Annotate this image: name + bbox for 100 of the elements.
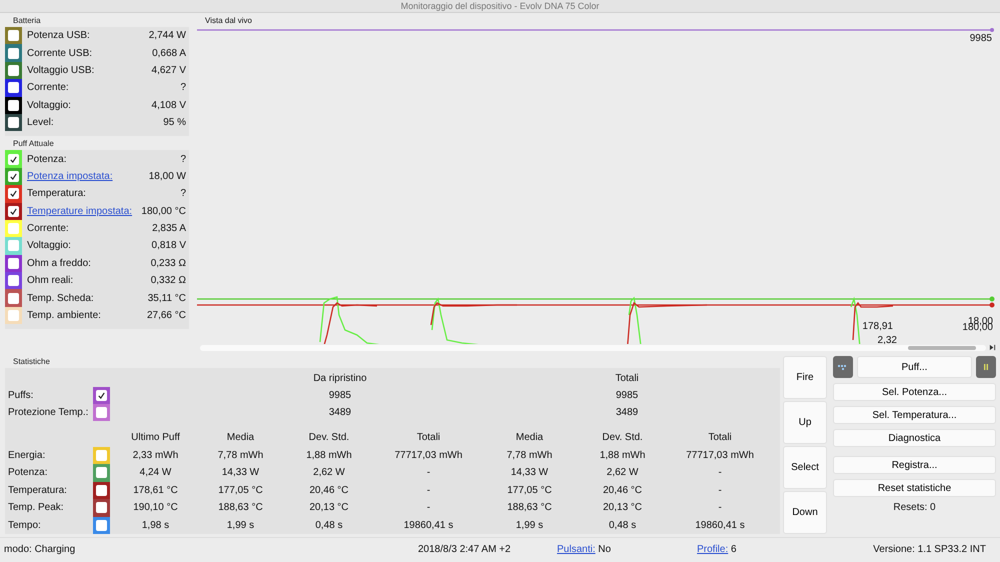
pause-button[interactable] — [976, 356, 996, 378]
checkbox[interactable] — [8, 154, 19, 165]
checkbox[interactable] — [96, 450, 107, 461]
checkbox[interactable] — [96, 520, 107, 531]
sensor-value: 4,627 V — [152, 64, 187, 76]
sensor-label: Potenza USB: — [27, 30, 91, 42]
sensor-label: Temp. Scheda: — [27, 292, 95, 304]
table-cell-text: 19860,41 s — [694, 520, 746, 531]
sensor-label: Corrente: — [27, 223, 70, 234]
checkbox[interactable] — [8, 30, 19, 42]
table-cell-text: 20,13 °C — [308, 502, 350, 514]
device-button[interactable]: Select — [783, 446, 827, 489]
column-header: Dev. Std. — [308, 432, 350, 444]
action-button[interactable]: Reset statistiche — [833, 479, 996, 497]
checkbox[interactable] — [8, 117, 19, 128]
table-cell-text: 3489 — [614, 407, 640, 418]
section-title: Batteria — [12, 15, 42, 27]
sensor-label: Temperatura: — [27, 188, 87, 200]
table-cell-text: 1,88 mWh — [305, 450, 353, 461]
section-title: Statistiche — [12, 356, 51, 368]
sensor-label: Temp. ambiente: — [27, 310, 102, 322]
checkbox[interactable] — [96, 390, 107, 401]
table-cell-text: 2,62 W — [606, 467, 640, 478]
chart-value-label: 2,32 — [878, 335, 897, 344]
row-label: Temperatura: — [8, 484, 68, 496]
row-label: Protezione Temp.: — [8, 407, 90, 418]
checkbox[interactable] — [8, 188, 19, 200]
date-time: 2018/8/3 2:47 AM +2 — [418, 544, 512, 554]
scroll-end-icon[interactable] — [989, 344, 996, 351]
checkbox[interactable] — [96, 467, 107, 478]
table-cell-text: 1,99 s — [514, 520, 544, 531]
sensor-value: ? — [180, 188, 187, 200]
row-label: Temp. Peak: — [8, 502, 65, 514]
sensor-value: 35,11 °C — [148, 292, 187, 304]
sensor-link[interactable]: Potenza impostata: — [27, 170, 149, 182]
device-button[interactable]: Down — [783, 491, 827, 534]
checkbox[interactable] — [8, 100, 19, 111]
checkbox[interactable] — [96, 502, 107, 514]
profile-link[interactable]: Profile: — [697, 544, 728, 554]
sensor-label: Voltaggio: — [27, 100, 72, 111]
section-title: Vista dal vivo — [204, 15, 253, 26]
table-cell-text: 77717,03 mWh — [394, 450, 464, 461]
sensor-value: 27,66 °C — [146, 310, 187, 322]
checkbox[interactable] — [8, 170, 19, 182]
table-cell-text: 9985 — [328, 390, 352, 401]
table-cell-text: 7,78 mWh — [506, 450, 554, 461]
buttons-value: No — [598, 544, 611, 554]
sensor-label: Ohm a freddo: — [27, 258, 92, 269]
table-cell-text: 4,24 W — [138, 467, 172, 478]
checkbox[interactable] — [8, 292, 19, 304]
row-label: Energia: — [8, 450, 46, 461]
column-header: Totali — [614, 373, 640, 384]
sensor-value: 0,668 A — [152, 48, 187, 59]
table-cell-text: 20,46 °C — [602, 484, 644, 496]
checkbox[interactable] — [96, 407, 107, 418]
sensor-value: ? — [180, 82, 187, 94]
action-button[interactable]: Sel. Temperatura... — [833, 406, 996, 424]
action-button[interactable]: Sel. Potenza... — [833, 383, 996, 401]
action-button[interactable]: Registra... — [833, 456, 996, 474]
sensor-value: 18,00 W — [148, 170, 187, 182]
checkbox[interactable] — [8, 64, 19, 76]
row-label: Tempo: — [8, 520, 42, 531]
sensor-link[interactable]: Temperature impostata: — [27, 206, 142, 217]
sensor-value: 95 % — [163, 117, 187, 128]
scroll-bar[interactable] — [200, 345, 986, 351]
buttons-link[interactable]: Pulsanti: — [557, 544, 596, 554]
puff-button[interactable]: Puff... — [857, 356, 972, 378]
sensor-label: Potenza: — [27, 154, 68, 165]
table-cell-text: 0,48 s — [608, 520, 638, 531]
sensor-value: 4,108 V — [152, 100, 187, 111]
checkbox[interactable] — [8, 258, 19, 269]
sensor-label: Corrente: — [27, 82, 70, 94]
table-cell-text: 0,48 s — [314, 520, 344, 531]
row-label: Puffs: — [8, 390, 34, 401]
chart-tool-button[interactable] — [833, 356, 853, 378]
table-cell-text: 1,98 s — [140, 520, 170, 531]
table-cell-text: - — [717, 484, 723, 496]
checkbox[interactable] — [8, 206, 19, 217]
sensor-value: ? — [180, 154, 187, 165]
checkbox[interactable] — [8, 82, 19, 94]
table-cell-text: 14,33 W — [220, 467, 260, 478]
sensor-value: 0,818 V — [152, 240, 187, 252]
scroll-thumb[interactable] — [908, 346, 976, 350]
table-cell-text: 77717,03 mWh — [685, 450, 755, 461]
table-cell-text: 2,33 mWh — [132, 450, 180, 461]
mode-status: modo: Charging — [4, 544, 76, 554]
checkbox[interactable] — [8, 48, 19, 59]
checkbox[interactable] — [8, 223, 19, 234]
table-cell-text: 177,05 °C — [217, 484, 264, 496]
checkbox[interactable] — [96, 484, 107, 496]
sensor-label: Ohm reali: — [27, 275, 74, 286]
column-header: Totali — [707, 432, 733, 444]
action-button[interactable]: Diagnostica — [833, 429, 996, 447]
section-title: Puff Attuale — [12, 138, 55, 150]
device-button[interactable]: Up — [783, 401, 827, 444]
table-cell-text: - — [426, 502, 432, 514]
checkbox[interactable] — [8, 310, 19, 322]
checkbox[interactable] — [8, 275, 19, 286]
checkbox[interactable] — [8, 240, 19, 252]
device-button[interactable]: Fire — [783, 356, 827, 399]
